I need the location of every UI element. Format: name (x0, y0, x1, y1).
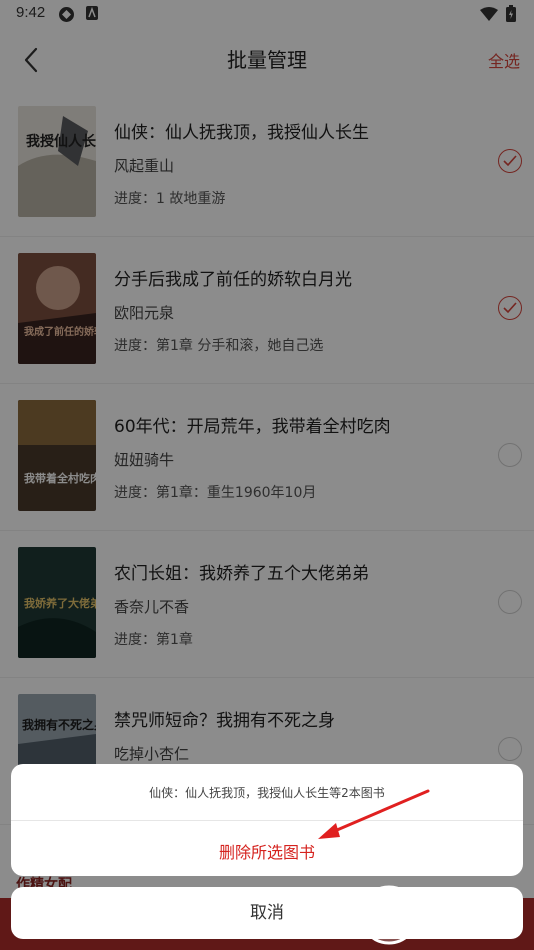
watermark-url: 91xz.net (424, 920, 492, 939)
delete-selected-button[interactable]: 删除所选图书 (11, 839, 523, 863)
divider (11, 820, 523, 821)
watermark-logo-icon: 9 (359, 885, 419, 945)
annotation-arrow-icon (318, 789, 430, 839)
watermark: 9 下载站 91xz.net (356, 884, 526, 946)
action-sheet-message: 仙侠：仙人抚我顶，我授仙人长生等2本图书 (149, 786, 385, 800)
action-sheet: 仙侠：仙人抚我顶，我授仙人长生等2本图书 删除所选图书 (11, 764, 523, 876)
svg-text:9: 9 (376, 893, 402, 937)
